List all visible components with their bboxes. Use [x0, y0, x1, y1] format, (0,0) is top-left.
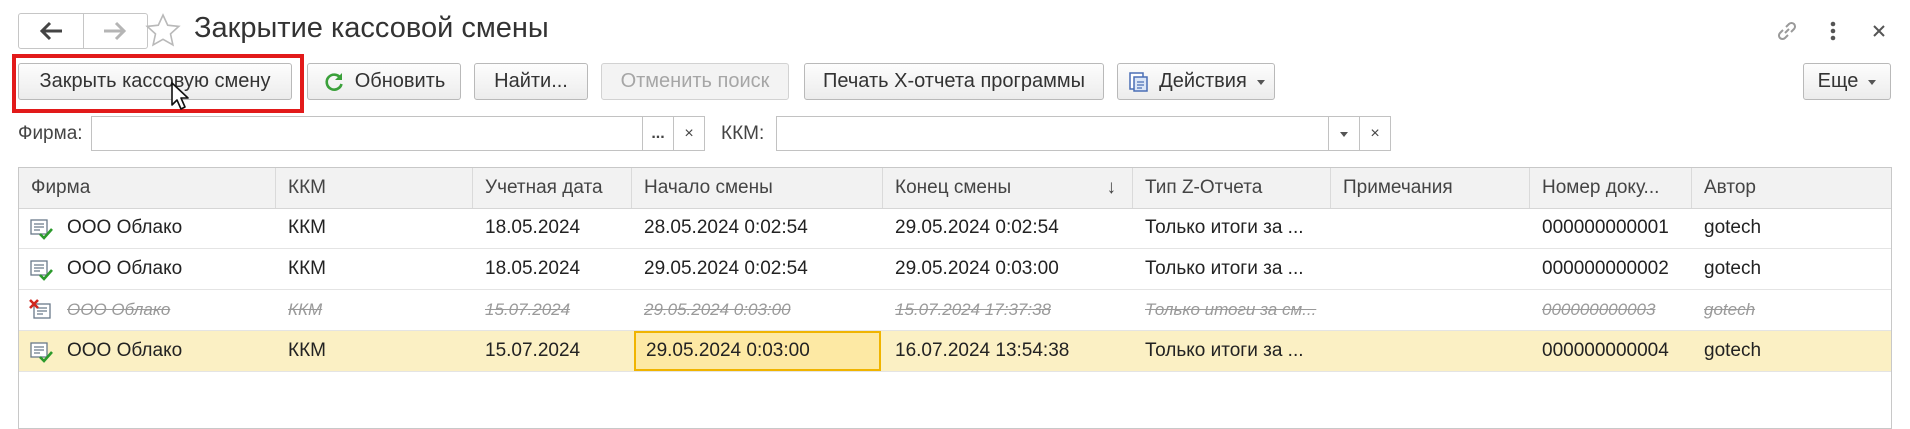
table-row[interactable]: ООО Облако ККМ 18.05.2024 28.05.2024 0:0…: [19, 208, 1891, 249]
cell-notes: [1331, 249, 1530, 289]
kkm-dropdown-button[interactable]: [1328, 116, 1360, 151]
cell-start: 29.05.2024 0:03:00: [644, 300, 791, 319]
table-row[interactable]: ООО Облако ККМ 15.07.2024 29.05.2024 0:0…: [19, 290, 1891, 331]
firm-filter-input[interactable]: [91, 116, 644, 151]
cell-ztype: Только итоги за ...: [1145, 217, 1304, 238]
arrow-right-icon: [104, 21, 127, 41]
actions-label: Действия: [1159, 70, 1247, 92]
cell-end: 15.07.2024 17:37:38: [895, 300, 1051, 319]
kkm-filter-label: ККМ:: [721, 123, 765, 144]
cell-number: 000000000004: [1542, 340, 1669, 361]
chevron-down-icon: [1256, 80, 1265, 85]
more-label: Еще: [1817, 70, 1859, 92]
column-header-author[interactable]: Автор: [1692, 168, 1893, 208]
cell-end: 16.07.2024 13:54:38: [895, 340, 1070, 361]
column-header-number[interactable]: Номер доку...: [1530, 168, 1692, 208]
cell-start: 29.05.2024 0:02:54: [644, 258, 808, 279]
chevron-down-icon: [1340, 132, 1348, 137]
refresh-label: Обновить: [354, 70, 446, 92]
cell-kkm: ККМ: [288, 217, 326, 238]
link-icon[interactable]: [1772, 16, 1802, 46]
refresh-button[interactable]: Обновить: [307, 63, 461, 100]
cell-author: gotech: [1704, 300, 1756, 319]
document-deleted-icon: [29, 299, 51, 319]
document-action-icon: [1129, 71, 1148, 92]
cell-kkm: ККМ: [288, 300, 323, 319]
column-header-start[interactable]: Начало смены: [632, 168, 883, 208]
column-header-date[interactable]: Учетная дата: [473, 168, 632, 208]
cell-ztype: Только итоги за ...: [1145, 258, 1304, 279]
cell-number: 000000000001: [1542, 217, 1669, 238]
forward-button[interactable]: [82, 14, 148, 48]
cell-firm: ООО Облако: [67, 300, 171, 319]
column-header-notes[interactable]: Примечания: [1331, 168, 1530, 208]
cancel-search-button[interactable]: Отменить поиск: [601, 63, 789, 100]
document-posted-icon: [30, 260, 53, 281]
window-header: Закрытие кассовой смены: [0, 0, 1910, 62]
cell-notes: [1331, 331, 1530, 371]
sort-arrow-down-icon: ↓: [1106, 177, 1117, 198]
cell-start-focused[interactable]: 29.05.2024 0:03:00: [634, 331, 881, 371]
cell-end: 29.05.2024 0:03:00: [895, 258, 1059, 279]
cell-kkm: ККМ: [288, 258, 326, 279]
refresh-icon: [325, 72, 343, 91]
cell-end: 29.05.2024 0:02:54: [895, 217, 1059, 238]
firm-select-button[interactable]: ...: [642, 116, 674, 151]
close-icon[interactable]: [1864, 16, 1894, 46]
firm-clear-button[interactable]: ×: [673, 116, 705, 151]
cell-author: gotech: [1704, 340, 1762, 361]
cell-author: gotech: [1704, 217, 1762, 238]
document-posted-icon: [30, 219, 53, 240]
kkm-clear-button[interactable]: ×: [1359, 116, 1391, 151]
cell-notes: [1331, 290, 1530, 330]
column-header-kkm[interactable]: ККМ: [276, 168, 473, 208]
firm-filter-label: Фирма:: [18, 123, 83, 144]
cell-number: 000000000003: [1542, 300, 1656, 319]
document-posted-icon: [30, 342, 53, 363]
print-x-report-button[interactable]: Печать X-отчета программы: [804, 63, 1104, 100]
cell-date: 15.07.2024: [485, 300, 571, 319]
column-header-firm[interactable]: Фирма: [19, 168, 276, 208]
cancel-search-label: Отменить поиск: [620, 70, 770, 92]
navigation-group: [18, 13, 148, 49]
more-vertical-icon[interactable]: [1818, 16, 1848, 46]
print-x-report-label: Печать X-отчета программы: [823, 70, 1085, 92]
table-row[interactable]: ООО Облако ККМ 18.05.2024 29.05.2024 0:0…: [19, 249, 1891, 290]
cell-date: 15.07.2024: [485, 340, 581, 361]
highlight-frame: [12, 54, 304, 113]
table-header: Фирма ККМ Учетная дата Начало смены Коне…: [19, 168, 1891, 209]
cell-date: 18.05.2024: [485, 217, 581, 238]
mouse-cursor-icon: [171, 82, 189, 110]
column-header-end-label: Конец смены: [895, 177, 1012, 198]
more-dropdown-button[interactable]: Еще: [1803, 63, 1891, 100]
kkm-filter-input[interactable]: [776, 116, 1330, 151]
cell-ztype: Только итоги за см...: [1145, 300, 1317, 319]
cell-kkm: ККМ: [288, 340, 326, 361]
page-title: Закрытие кассовой смены: [194, 12, 549, 44]
shifts-table[interactable]: Фирма ККМ Учетная дата Начало смены Коне…: [18, 167, 1892, 429]
column-header-end[interactable]: Конец смены ↓: [883, 168, 1133, 208]
arrow-left-icon: [39, 21, 62, 41]
table-row-selected[interactable]: ООО Облако ККМ 15.07.2024 29.05.2024 0:0…: [19, 331, 1891, 372]
cell-firm: ООО Облако: [67, 258, 183, 279]
cell-date: 18.05.2024: [485, 258, 581, 279]
chevron-down-icon: [1868, 80, 1877, 85]
cell-firm: ООО Облако: [67, 340, 183, 361]
cell-notes: [1331, 208, 1530, 248]
column-header-ztype[interactable]: Тип Z-Отчета: [1133, 168, 1331, 208]
find-button[interactable]: Найти...: [474, 63, 588, 100]
cell-firm: ООО Облако: [67, 217, 183, 238]
find-label: Найти...: [494, 70, 568, 92]
cell-ztype: Только итоги за ...: [1145, 340, 1304, 361]
back-button[interactable]: [19, 14, 83, 48]
favorite-star-icon[interactable]: [144, 12, 182, 50]
cell-number: 000000000002: [1542, 258, 1669, 279]
cell-start: 28.05.2024 0:02:54: [644, 217, 808, 238]
actions-dropdown-button[interactable]: Действия: [1117, 63, 1275, 100]
cell-author: gotech: [1704, 258, 1762, 279]
